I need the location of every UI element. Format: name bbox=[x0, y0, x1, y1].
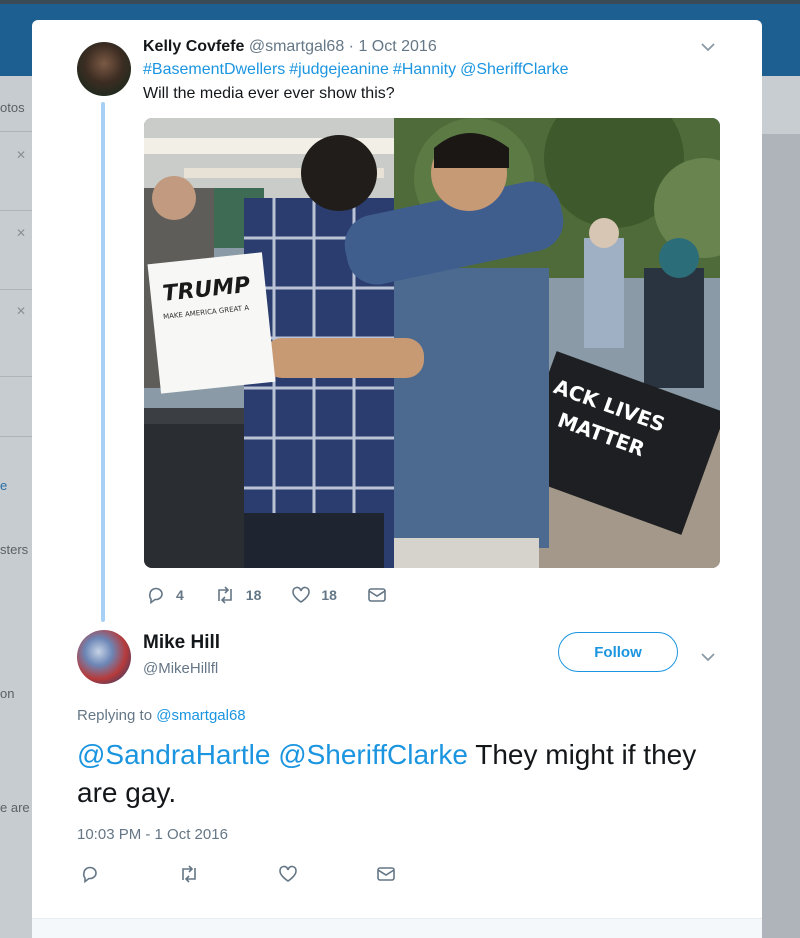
tweet-text: @SandraHartle @SheriffClarke They might … bbox=[77, 736, 727, 812]
tweet-header: Kelly Covfefe @smartgal68 · 1 Oct 2016 bbox=[143, 38, 437, 56]
heart-icon bbox=[292, 586, 311, 603]
divider bbox=[0, 131, 32, 132]
close-icon: ✕ bbox=[16, 226, 27, 240]
avatar[interactable] bbox=[77, 630, 131, 684]
background-text: sters bbox=[0, 542, 29, 557]
mention-link[interactable]: @SheriffClarke bbox=[460, 61, 568, 78]
tweet-text: Will the media ever ever show this? bbox=[143, 85, 395, 102]
modal-footer bbox=[32, 918, 762, 938]
retweet-icon bbox=[217, 586, 232, 604]
envelope-icon bbox=[368, 588, 386, 602]
direct-message-button[interactable] bbox=[367, 585, 397, 605]
heart-icon bbox=[279, 865, 297, 882]
background-text: otos bbox=[0, 100, 25, 115]
avatar[interactable] bbox=[77, 42, 131, 96]
tweet-date[interactable]: · 1 Oct 2016 bbox=[349, 38, 437, 55]
thread-line bbox=[101, 102, 105, 622]
like-button[interactable]: 18 bbox=[291, 585, 337, 605]
author-handle[interactable]: @MikeHillfl bbox=[143, 660, 218, 677]
reply-icon bbox=[82, 866, 97, 884]
reply-count: 4 bbox=[176, 587, 184, 603]
direct-message-button[interactable] bbox=[376, 864, 406, 884]
retweet-button[interactable] bbox=[178, 864, 210, 884]
envelope-icon bbox=[377, 867, 395, 881]
reply-button[interactable] bbox=[80, 864, 110, 884]
tweet-modal: Kelly Covfefe @smartgal68 · 1 Oct 2016 #… bbox=[32, 20, 762, 938]
retweet-count: 18 bbox=[245, 587, 262, 603]
author-name[interactable]: Mike Hill bbox=[143, 632, 220, 654]
mention-link[interactable]: @smartgal68 bbox=[156, 707, 245, 724]
hashtag-link[interactable]: #BasementDwellers bbox=[143, 61, 285, 78]
author-handle[interactable]: @smartgal68 bbox=[249, 38, 344, 55]
retweet-icon bbox=[182, 865, 196, 883]
photo-illustration: ACK LIVES MATTER TRUMP MAKE AMERICA GREA… bbox=[144, 118, 720, 568]
close-icon: ✕ bbox=[16, 304, 27, 318]
hashtag-link[interactable]: #Hannity bbox=[393, 61, 456, 78]
close-icon: ✕ bbox=[16, 148, 27, 162]
chevron-down-icon[interactable] bbox=[700, 652, 716, 662]
mention-link[interactable]: @SheriffClarke bbox=[278, 739, 468, 770]
background-right-column bbox=[762, 76, 800, 938]
author-name[interactable]: Kelly Covfefe bbox=[143, 38, 244, 55]
mention-link[interactable]: @SandraHartle bbox=[77, 739, 270, 770]
replying-to-label: Replying to bbox=[77, 707, 153, 724]
chevron-down-icon[interactable] bbox=[700, 42, 716, 52]
tweet-actions: 4 18 18 bbox=[146, 585, 427, 605]
background-text: e bbox=[0, 478, 8, 493]
divider bbox=[0, 210, 32, 211]
follow-button[interactable]: Follow bbox=[558, 632, 678, 672]
retweet-button[interactable]: 18 bbox=[214, 585, 262, 605]
like-count: 18 bbox=[321, 587, 337, 603]
hashtags: #BasementDwellers #judgejeanine #Hannity @S… bbox=[143, 61, 573, 79]
background-text: on bbox=[0, 686, 15, 701]
hashtag-link[interactable]: #judgejeanine bbox=[289, 61, 389, 78]
divider bbox=[0, 289, 32, 290]
top-strip bbox=[0, 0, 800, 4]
like-button[interactable] bbox=[278, 864, 308, 884]
reply-icon bbox=[148, 587, 163, 605]
tweet-photo[interactable]: ACK LIVES MATTER TRUMP MAKE AMERICA GREA… bbox=[144, 118, 720, 568]
background-right-header bbox=[762, 76, 800, 134]
replying-to: Replying to @smartgal68 bbox=[77, 707, 246, 724]
tweet-timestamp[interactable]: 10:03 PM - 1 Oct 2016 bbox=[77, 826, 228, 843]
divider bbox=[0, 436, 32, 437]
reply-button[interactable]: 4 bbox=[146, 585, 184, 605]
tweet-actions bbox=[80, 864, 436, 884]
background-text: e are bbox=[0, 800, 30, 815]
divider bbox=[0, 376, 32, 377]
